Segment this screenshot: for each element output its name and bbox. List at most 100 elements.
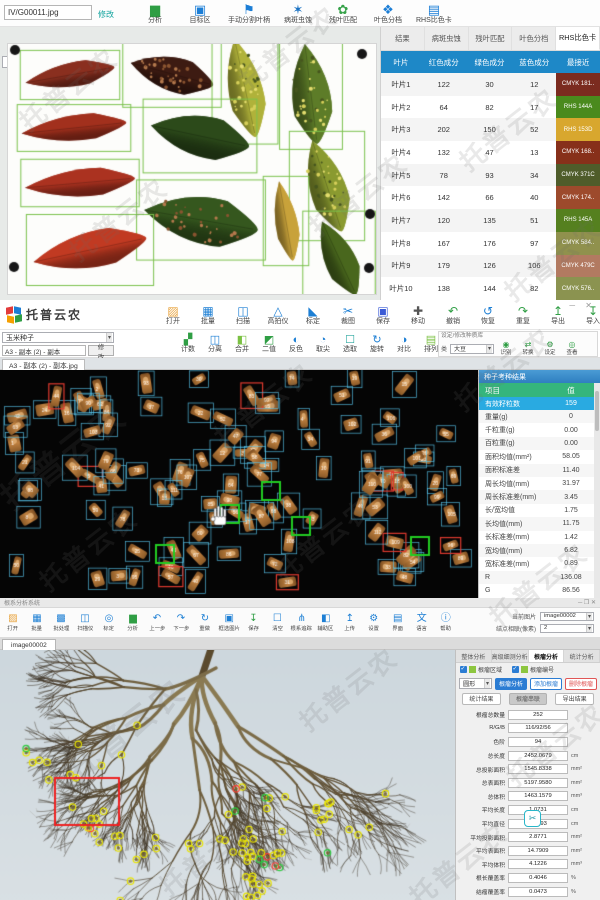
toolbar-button[interactable]: ⋔ 根系追踪	[290, 613, 312, 633]
toolbar-button[interactable]: ◎ 标定	[98, 613, 120, 633]
toolbar-button[interactable]: ↷ 重复	[510, 305, 536, 326]
toolbar-button[interactable]: ▤ RHS比色卡	[416, 2, 452, 25]
param-value-box[interactable]: 116/92/56	[508, 723, 568, 734]
toolbar-button[interactable]: ↥ 导出	[545, 305, 571, 326]
param-value-box[interactable]: 5197.9580	[508, 777, 568, 788]
toolbar-button[interactable]: ⚙ 设置	[363, 613, 385, 633]
seed-table-row[interactable]: G 86.56	[479, 584, 600, 597]
toolbar-button[interactable]: ▆ 分析	[122, 613, 144, 633]
param-value-box[interactable]: 14.7909	[508, 845, 568, 856]
toolbar-button[interactable]: △ 高拍仪	[265, 305, 291, 326]
seed-image-canvas[interactable]	[0, 370, 478, 598]
toolbar-button[interactable]: ✂ 裁图	[335, 305, 361, 326]
seed-table-row[interactable]: 百粒重(g) 0.00	[479, 436, 600, 451]
analysis-tab[interactable]: 统计分析	[564, 650, 600, 662]
param-value-box[interactable]: 2452.0679	[508, 750, 568, 761]
leaf-table-row[interactable]: 叶片6 142 66 40 CMYK 174..	[381, 186, 600, 210]
toolbar-button[interactable]: ⇄ 转换	[519, 340, 537, 357]
toolbar-button[interactable]: ☐ 清空	[266, 613, 288, 633]
root-image-tab[interactable]: image00002	[2, 639, 56, 650]
toolbar-button[interactable]: ↻ 重做	[194, 613, 216, 633]
toolbar-button[interactable]: ◫ 扫描仪	[74, 613, 96, 633]
toolbar-button[interactable]: ◔ 取尖	[313, 334, 333, 354]
toolbar-button[interactable]: ✿ 残叶匹配	[326, 2, 360, 25]
toolbar-button[interactable]: ◉ 识别	[497, 340, 515, 357]
toolbar-button[interactable]: ⓘ 帮助	[435, 613, 457, 633]
toolbar-button[interactable]: ↶ 撤销	[440, 305, 466, 326]
analysis-tab[interactable]: 根瘤分析	[528, 650, 565, 662]
seed-table-row[interactable]: 面积均值(mm²) 58.05	[479, 450, 600, 463]
toolbar-button[interactable]: ⚑ 手动分割叶柄	[228, 2, 270, 25]
toolbar-button[interactable]: ✶ 病斑虫蚀	[281, 2, 315, 25]
seed-highlight-row[interactable]: 有效籽粒数 159	[479, 397, 600, 410]
current-image-select[interactable]: image00002	[540, 611, 594, 621]
toolbar-button[interactable]: ◑ 对比	[394, 334, 414, 354]
toolbar-button[interactable]: ⚙ 设定	[541, 340, 559, 357]
toolbar-button[interactable]: ✚ 移动	[405, 305, 431, 326]
leaf-table-row[interactable]: 叶片5 78 93 34 CMYK 371C	[381, 163, 600, 187]
toolbar-button[interactable]: ☐ 选取	[340, 334, 360, 354]
toolbar-button[interactable]: ▞ 计数	[178, 334, 198, 354]
param-value-box[interactable]: 0.4046	[508, 872, 568, 883]
toolbar-button[interactable]: ◩ 二值	[259, 334, 279, 354]
param-value-box[interactable]: 4.1226	[508, 859, 568, 870]
leaf-table-row[interactable]: 叶片9 179 126 106 CMYK 479C	[381, 254, 600, 278]
analysis-tab[interactable]: 高级细测分析	[492, 650, 529, 662]
secondary-button[interactable]: 统计结果	[462, 692, 501, 705]
results-tab[interactable]: 结果	[381, 27, 425, 50]
seed-table-row[interactable]: R 136.08	[479, 570, 600, 585]
leaf-table-row[interactable]: 叶片10 138 144 82 CMYK 576..	[381, 277, 600, 300]
sample-name-input[interactable]	[2, 345, 86, 356]
results-tab[interactable]: 残叶匹配	[469, 27, 513, 50]
param-value-box[interactable]: 94	[508, 736, 568, 747]
toolbar-button[interactable]: ↻ 旋转	[367, 334, 387, 354]
leaf-table-row[interactable]: 叶片2 64 82 17 RHS 144A	[381, 95, 600, 119]
toolbar-button[interactable]: ↷ 下一步	[170, 613, 192, 633]
shape-select[interactable]: 圆形	[459, 678, 492, 689]
seed-table-row[interactable]: 面积标准差 11.40	[479, 463, 600, 477]
seed-table-row[interactable]: 重量(g) 0	[479, 410, 600, 424]
seed-table-row[interactable]: 宽标准差(mm) 0.89	[479, 557, 600, 570]
node-link-select[interactable]: 2	[540, 623, 594, 633]
param-value-box[interactable]: 1463.1579	[508, 791, 568, 802]
leaf-table-row[interactable]: 叶片1 122 30 12 CMYK 181..	[381, 73, 600, 96]
analysis-tab[interactable]: 整体分析	[456, 650, 492, 662]
toolbar-button[interactable]: ▣ 框选图片	[218, 613, 240, 633]
modify-link[interactable]: 修改	[98, 9, 114, 20]
secondary-button[interactable]: 导出结果	[555, 692, 595, 705]
seed-table-row[interactable]: 长均值(mm) 11.75	[479, 517, 600, 531]
seed-table-row[interactable]: 周长标准差(mm) 3.45	[479, 490, 600, 504]
toolbar-button[interactable]: ◫ 分离	[205, 334, 225, 354]
toolbar-button[interactable]: ↥ 上传	[339, 613, 361, 633]
toolbar-button[interactable]: ▨ 打开	[2, 613, 24, 633]
seed-table-row[interactable]: 宽均值(mm) 6.82	[479, 543, 600, 558]
seed-table-row[interactable]: 长/宽均值 1.75	[479, 504, 600, 517]
toolbar-button[interactable]: ▦ 批量	[195, 305, 221, 326]
action-button[interactable]: 删除根瘤	[564, 677, 597, 690]
leaf-image-canvas[interactable]	[8, 44, 376, 294]
toolbar-button[interactable]: 文 语言	[411, 613, 433, 633]
toolbar-button[interactable]: ◣ 标定	[300, 305, 326, 326]
filename-input[interactable]	[4, 5, 92, 20]
action-button[interactable]: 添加根瘤	[529, 677, 562, 690]
param-value-box[interactable]: 1545.8338	[508, 764, 568, 775]
toolbar-button[interactable]: ▩ 批处理	[50, 613, 72, 633]
root-image-canvas[interactable]	[0, 650, 455, 900]
leaf-table-row[interactable]: 叶片8 167 176 97 CMYK 584..	[381, 231, 600, 255]
nodule-number-checkbox[interactable]	[512, 665, 520, 673]
leaf-table-row[interactable]: 叶片7 120 135 51 RHS 145A	[381, 209, 600, 232]
window-controls[interactable]: ─ ❐ ✕	[578, 599, 596, 606]
toolbar-button[interactable]: ▦ 批量	[26, 613, 48, 633]
seed-table-row[interactable]: 千粒重(g) 0.00	[479, 423, 600, 436]
toolbar-button[interactable]: ↧ 保存	[242, 613, 264, 633]
toolbar-button[interactable]: ◐ 反色	[286, 334, 306, 354]
toolbar-button[interactable]: ▤ 界面	[387, 613, 409, 633]
seed-image-tab[interactable]: A3 - 副本 (2) - 副本.jpg	[2, 359, 85, 370]
panel-scrollbar[interactable]	[594, 383, 600, 598]
window-controls[interactable]: ─ ✕	[569, 301, 596, 310]
toolbar-button[interactable]: ▣ 目标区	[183, 2, 217, 25]
library-select[interactable]: 大豆	[450, 343, 495, 354]
toolbar-button[interactable]: ▨ 打开	[160, 305, 186, 326]
results-tab[interactable]: RHS比色卡	[556, 27, 600, 50]
leaf-table-row[interactable]: 叶片4 132 47 13 CMYK 168..	[381, 141, 600, 164]
